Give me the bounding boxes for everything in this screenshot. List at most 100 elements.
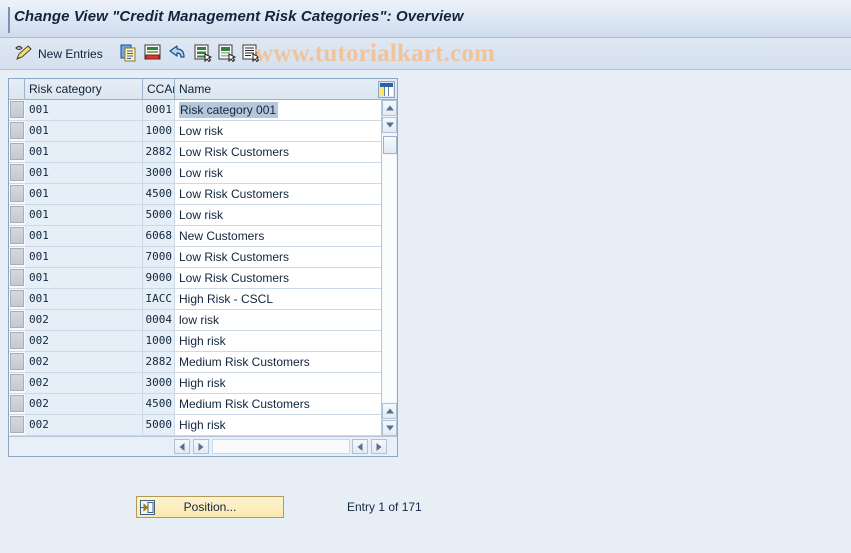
row-select-button[interactable] (10, 416, 24, 433)
cell-name[interactable]: Low Risk Customers (175, 268, 381, 288)
column-header-risk-category[interactable]: Risk category (25, 79, 143, 99)
cell-risk-category[interactable]: 001 (25, 205, 143, 225)
scroll-up-button[interactable] (382, 100, 397, 116)
table-row[interactable]: 001 2882 Low Risk Customers (9, 142, 381, 163)
cell-ccar[interactable]: 2882 (143, 352, 175, 372)
row-select-button[interactable] (10, 290, 24, 307)
cell-risk-category[interactable]: 002 (25, 415, 143, 435)
cell-name[interactable]: High risk (175, 415, 381, 435)
cell-ccar[interactable]: 3000 (143, 163, 175, 183)
cell-ccar[interactable]: 2882 (143, 142, 175, 162)
scroll-page-up-button[interactable] (382, 403, 397, 419)
cell-ccar[interactable]: 0001 (143, 100, 175, 120)
cell-ccar[interactable]: 0004 (143, 310, 175, 330)
cell-ccar[interactable]: 4500 (143, 184, 175, 204)
cell-risk-category[interactable]: 001 (25, 289, 143, 309)
cell-name[interactable]: Medium Risk Customers (175, 394, 381, 414)
horizontal-scroll-track[interactable] (212, 439, 350, 454)
cell-ccar[interactable]: 5000 (143, 205, 175, 225)
row-select-button[interactable] (10, 227, 24, 244)
hscroll-left-button[interactable] (174, 439, 190, 454)
cell-name[interactable]: Risk category 001 (175, 100, 381, 120)
table-row[interactable]: 002 1000 High risk (9, 331, 381, 352)
cell-ccar[interactable]: 7000 (143, 247, 175, 267)
row-select-button[interactable] (10, 311, 24, 328)
table-row[interactable]: 002 0004 low risk (9, 310, 381, 331)
row-select-button[interactable] (10, 332, 24, 349)
details-button[interactable] (242, 42, 261, 66)
cell-ccar[interactable]: IACC (143, 289, 175, 309)
cell-name[interactable]: High risk (175, 331, 381, 351)
row-select-button[interactable] (10, 374, 24, 391)
column-config-icon[interactable] (378, 81, 395, 98)
row-select-button[interactable] (10, 164, 24, 181)
cell-ccar[interactable]: 5000 (143, 415, 175, 435)
table-row[interactable]: 001 7000 Low Risk Customers (9, 247, 381, 268)
deselect-all-button[interactable] (218, 42, 237, 66)
table-row[interactable]: 001 4500 Low Risk Customers (9, 184, 381, 205)
select-all-button[interactable] (194, 42, 213, 66)
table-row[interactable]: 002 4500 Medium Risk Customers (9, 394, 381, 415)
cell-risk-category[interactable]: 002 (25, 352, 143, 372)
row-select-button[interactable] (10, 122, 24, 139)
vertical-scroll-track[interactable] (383, 155, 396, 402)
cell-risk-category[interactable]: 001 (25, 100, 143, 120)
table-row[interactable]: 001 0001 Risk category 001 (9, 100, 381, 121)
cell-risk-category[interactable]: 002 (25, 373, 143, 393)
cell-name[interactable]: Low risk (175, 205, 381, 225)
cell-ccar[interactable]: 4500 (143, 394, 175, 414)
row-select-button[interactable] (10, 248, 24, 265)
cell-name[interactable]: Low Risk Customers (175, 247, 381, 267)
table-row[interactable]: 001 3000 Low risk (9, 163, 381, 184)
row-select-button[interactable] (10, 101, 24, 118)
vertical-scroll-thumb[interactable] (383, 136, 397, 154)
row-select-button[interactable] (10, 269, 24, 286)
hscroll-page-left-button[interactable] (352, 439, 368, 454)
scroll-page-down-button[interactable] (382, 420, 397, 436)
cell-name[interactable]: Medium Risk Customers (175, 352, 381, 372)
row-select-button[interactable] (10, 206, 24, 223)
row-select-button[interactable] (10, 395, 24, 412)
column-header-name[interactable]: Name (175, 79, 381, 99)
table-row[interactable]: 001 5000 Low risk (9, 205, 381, 226)
hscroll-page-right-button[interactable] (371, 439, 387, 454)
row-select-button[interactable] (10, 185, 24, 202)
undo-button[interactable] (168, 42, 188, 66)
table-row[interactable]: 001 9000 Low Risk Customers (9, 268, 381, 289)
table-row[interactable]: 001 1000 Low risk (9, 121, 381, 142)
cell-risk-category[interactable]: 001 (25, 184, 143, 204)
cell-ccar[interactable]: 6068 (143, 226, 175, 246)
row-select-button[interactable] (10, 143, 24, 160)
row-select-button[interactable] (10, 353, 24, 370)
cell-name[interactable]: low risk (175, 310, 381, 330)
new-entries-button[interactable]: New Entries (14, 42, 103, 66)
copy-button[interactable] (120, 42, 138, 66)
column-header-ccar[interactable]: CCAr (143, 79, 175, 99)
table-horizontal-scrollbar[interactable] (9, 436, 397, 456)
table-row[interactable]: 002 5000 High risk (9, 415, 381, 436)
cell-ccar[interactable]: 1000 (143, 331, 175, 351)
cell-risk-category[interactable]: 002 (25, 394, 143, 414)
table-row[interactable]: 002 3000 High risk (9, 373, 381, 394)
cell-risk-category[interactable]: 001 (25, 226, 143, 246)
cell-name[interactable]: Low Risk Customers (175, 184, 381, 204)
cell-risk-category[interactable]: 001 (25, 247, 143, 267)
table-row[interactable]: 002 2882 Medium Risk Customers (9, 352, 381, 373)
table-row[interactable]: 001 IACC High Risk - CSCL (9, 289, 381, 310)
position-button[interactable]: Position... (136, 496, 284, 518)
cell-ccar[interactable]: 3000 (143, 373, 175, 393)
cell-risk-category[interactable]: 001 (25, 142, 143, 162)
cell-name[interactable]: High risk (175, 373, 381, 393)
cell-name[interactable]: High Risk - CSCL (175, 289, 381, 309)
cell-ccar[interactable]: 1000 (143, 121, 175, 141)
table-row[interactable]: 001 6068 New Customers (9, 226, 381, 247)
cell-name[interactable]: Low risk (175, 163, 381, 183)
cell-risk-category[interactable]: 001 (25, 121, 143, 141)
cell-risk-category[interactable]: 002 (25, 331, 143, 351)
cell-name[interactable]: New Customers (175, 226, 381, 246)
cell-risk-category[interactable]: 001 (25, 163, 143, 183)
cell-name[interactable]: Low risk (175, 121, 381, 141)
delete-button[interactable] (144, 42, 162, 66)
cell-risk-category[interactable]: 001 (25, 268, 143, 288)
hscroll-right-button[interactable] (193, 439, 209, 454)
